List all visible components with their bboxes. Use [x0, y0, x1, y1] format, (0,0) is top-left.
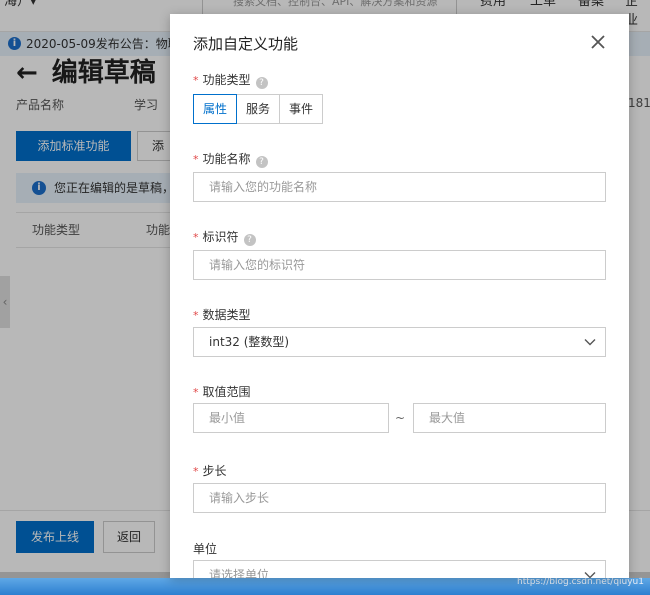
step-input[interactable]	[193, 483, 606, 513]
required-asterisk: *	[193, 231, 199, 244]
required-asterisk: *	[193, 153, 199, 166]
step-label-text: 步长	[202, 464, 227, 478]
required-asterisk: *	[193, 386, 199, 399]
dialog-title: 添加自定义功能	[193, 35, 299, 53]
data-type-label-text: 数据类型	[202, 308, 251, 322]
help-icon[interactable]: ?	[243, 234, 256, 246]
function-name-label: * 功能名称?	[193, 150, 268, 168]
function-name-input[interactable]	[193, 172, 606, 202]
function-name-label-text: 功能名称	[202, 152, 251, 166]
unit-select[interactable]: 请选择单位	[193, 560, 606, 578]
identifier-label: * 标识符?	[193, 228, 256, 246]
chevron-down-icon	[584, 572, 596, 578]
required-asterisk: *	[193, 74, 199, 87]
unit-label: 单位	[193, 540, 217, 557]
function-type-label-text: 功能类型	[202, 73, 251, 87]
help-icon[interactable]: ?	[255, 156, 268, 168]
add-custom-function-dialog: 添加自定义功能 *功能类型? 属性 服务 事件 *功能名称? *标识符? *数据…	[170, 14, 629, 578]
range-min-input[interactable]	[193, 403, 389, 433]
function-type-option-property[interactable]: 属性	[193, 94, 238, 124]
help-icon[interactable]: ?	[255, 77, 268, 89]
watermark: https://blog.csdn.net/qiuyu1	[517, 577, 644, 587]
unit-select-placeholder: 请选择单位	[209, 568, 270, 578]
required-asterisk: *	[193, 465, 199, 478]
function-type-option-event[interactable]: 事件	[279, 94, 324, 124]
required-asterisk: *	[193, 309, 199, 322]
value-range-label: * 取值范围	[193, 383, 251, 400]
data-type-label: * 数据类型	[193, 306, 251, 323]
data-type-selected-value: int32 (整数型)	[209, 335, 290, 349]
identifier-label-text: 标识符	[202, 230, 239, 244]
function-type-label: * 功能类型?	[193, 71, 268, 89]
step-label: * 步长	[193, 462, 227, 479]
identifier-input[interactable]	[193, 250, 606, 280]
function-type-segmented-control: 属性 服务 事件	[193, 94, 324, 124]
chevron-down-icon	[584, 339, 596, 346]
value-range-label-text: 取值范围	[202, 385, 251, 399]
range-max-input[interactable]	[413, 403, 606, 433]
close-icon[interactable]	[588, 32, 608, 52]
unit-label-text: 单位	[193, 542, 218, 556]
range-separator: ~	[395, 411, 406, 425]
function-type-option-service[interactable]: 服务	[236, 94, 281, 124]
data-type-select[interactable]: int32 (整数型)	[193, 327, 606, 357]
